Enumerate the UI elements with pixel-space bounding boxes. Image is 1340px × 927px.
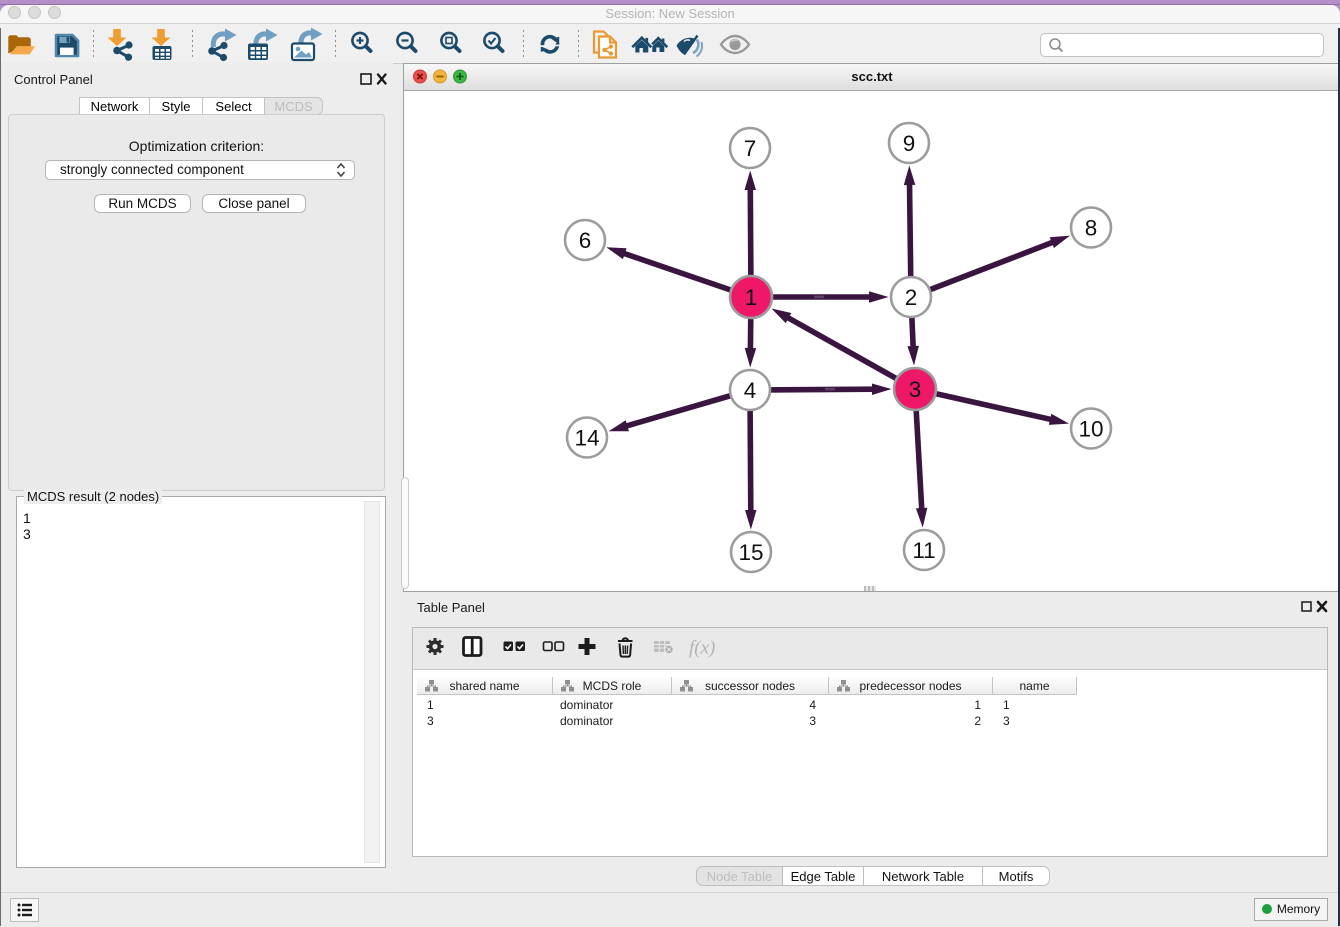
svg-text:14: 14 [574, 426, 599, 451]
svg-text:f(x): f(x) [689, 638, 715, 659]
svg-text:15: 15 [738, 540, 763, 565]
svg-text:4: 4 [744, 378, 757, 403]
svg-text:3: 3 [909, 377, 922, 402]
svg-text:1: 1 [745, 285, 758, 310]
svg-text:2: 2 [905, 285, 918, 310]
svg-text:9: 9 [903, 131, 916, 156]
svg-text:11: 11 [912, 538, 935, 563]
svg-text:8: 8 [1085, 216, 1098, 241]
svg-text:6: 6 [579, 228, 592, 253]
svg-text:7: 7 [744, 136, 757, 161]
svg-text:10: 10 [1078, 417, 1103, 442]
